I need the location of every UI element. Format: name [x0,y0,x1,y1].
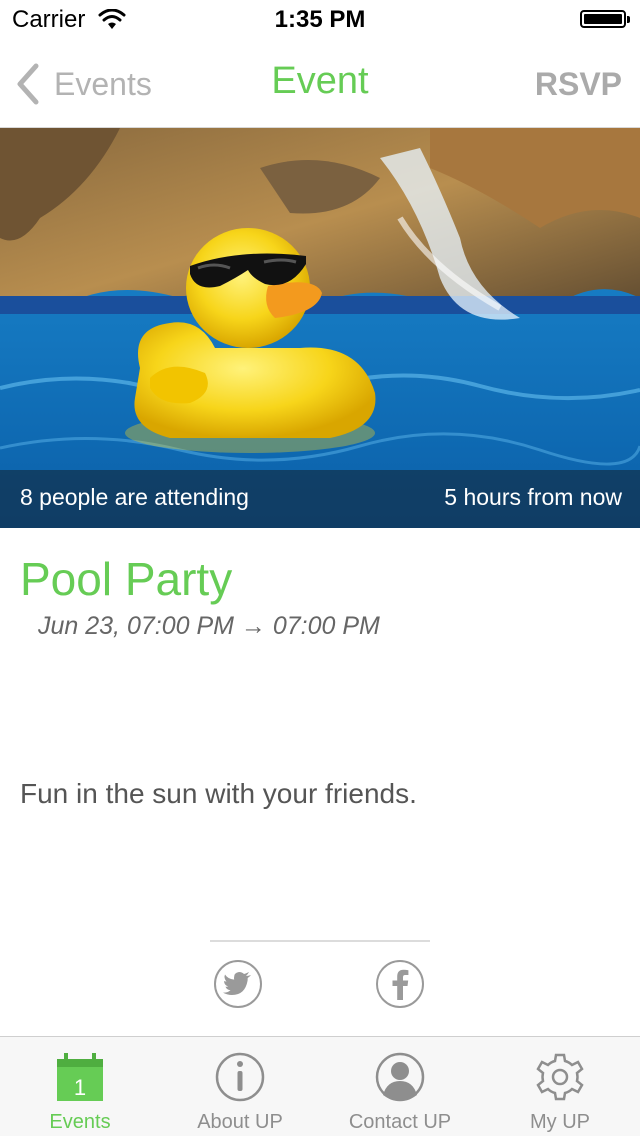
hero-caption-bar: 8 people are attending 5 hours from now [0,470,640,528]
tab-about-up[interactable]: About UP [160,1037,320,1137]
gear-icon [536,1053,584,1101]
clock: 1:35 PM [274,6,366,33]
calendar-day: 1 [74,1075,86,1100]
time-until-event: 5 hours from now [444,484,622,510]
info-icon [215,1052,265,1102]
rsvp-button[interactable]: RSVP [535,66,622,103]
navigation-bar: Events Event RSVP [0,40,640,128]
event-date-range: Jun 23, 07:00 PM → 07:00 PM [38,612,380,640]
tab-contact-up[interactable]: Contact UP [320,1037,480,1137]
calendar-icon: 1 [57,1053,103,1101]
facebook-icon[interactable] [376,960,424,1008]
person-icon [375,1052,425,1102]
attendee-count: 8 people are attending [20,484,249,510]
tab-events[interactable]: 1 Events [0,1037,160,1137]
divider [210,940,430,942]
event-description: Fun in the sun with your friends. [20,778,417,809]
tab-label: Contact UP [348,1111,452,1133]
event-title: Pool Party [20,553,233,605]
tab-bar: 1 Events About UP Contact UP My UP [0,1036,640,1136]
twitter-icon[interactable] [214,960,262,1008]
battery-icon [580,10,630,28]
tab-label: My UP [530,1111,590,1133]
event-hero-image: 8 people are attending 5 hours from now [0,128,640,528]
tab-my-up[interactable]: My UP [480,1037,640,1137]
rubber-duck-photo [0,128,640,528]
status-bar: Carrier 1:35 PM [0,0,640,40]
tab-label: Events [49,1111,111,1133]
tab-label: About UP [197,1111,283,1133]
